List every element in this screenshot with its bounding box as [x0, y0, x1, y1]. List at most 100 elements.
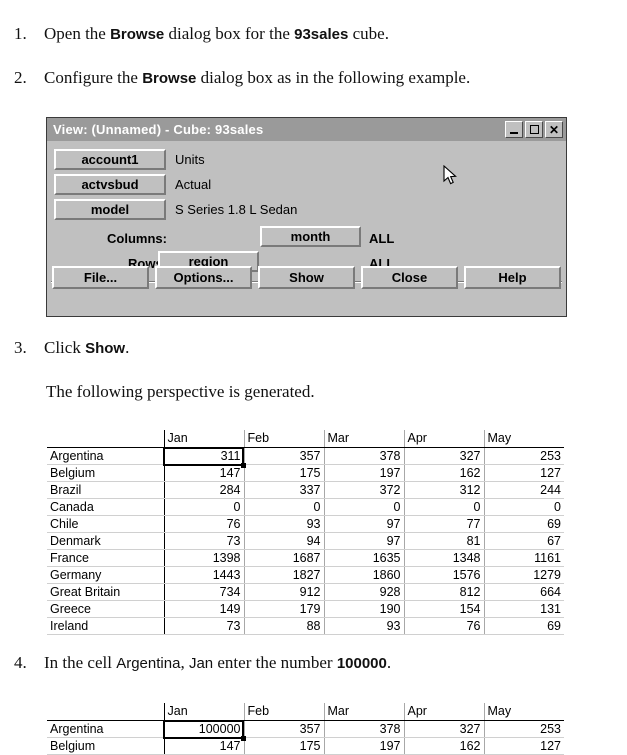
table-bottom-col-feb[interactable]: Feb	[244, 703, 325, 721]
table-row[interactable]: Brazil 284 337 372 312 244	[47, 481, 564, 499]
cell-argentina-feb[interactable]: 357	[244, 447, 325, 465]
cell-canada-feb[interactable]: 0	[244, 498, 325, 516]
cell-bottom-argentina-may[interactable]: 253	[484, 720, 564, 738]
cell-belgium-mar[interactable]: 197	[324, 464, 405, 482]
cell-belgium-may[interactable]: 127	[484, 464, 564, 482]
table-row[interactable]: Belgium 147 175 197 162 127	[47, 464, 564, 482]
dialog-titlebar[interactable]: View: (Unnamed) - Cube: 93sales ✕	[47, 118, 566, 141]
cell-germany-apr[interactable]: 1576	[404, 566, 485, 584]
cell-bottom-belgium-jan[interactable]: 147	[164, 737, 245, 755]
cell-brazil-apr[interactable]: 312	[404, 481, 485, 499]
cell-chile-jan[interactable]: 76	[164, 515, 245, 533]
cell-argentina-mar[interactable]: 378	[324, 447, 405, 465]
table-row[interactable]: Argentina 100000 357 378 327 253	[47, 720, 564, 738]
cell-ireland-apr[interactable]: 76	[404, 617, 485, 635]
cell-denmark-apr[interactable]: 81	[404, 532, 485, 550]
table-top-rowlabel-france[interactable]: France	[47, 549, 165, 567]
table-top-rowlabel-belgium[interactable]: Belgium	[47, 464, 165, 482]
table-top-col-apr[interactable]: Apr	[404, 430, 485, 448]
table-row[interactable]: Germany 1443 1827 1860 1576 1279	[47, 566, 564, 584]
dimension-button-model[interactable]: model	[54, 199, 166, 220]
cell-denmark-feb[interactable]: 94	[244, 532, 325, 550]
cell-denmark-may[interactable]: 67	[484, 532, 564, 550]
cell-germany-jan[interactable]: 1443	[164, 566, 245, 584]
cell-argentina-may[interactable]: 253	[484, 447, 564, 465]
table-top-rowlabel-denmark[interactable]: Denmark	[47, 532, 165, 550]
table-row[interactable]: Great Britain 734 912 928 812 664	[47, 583, 564, 601]
table-top-rowlabel-brazil[interactable]: Brazil	[47, 481, 165, 499]
file-button[interactable]: File...	[52, 266, 149, 289]
cell-bottom-argentina-feb[interactable]: 357	[244, 720, 325, 738]
cell-ireland-feb[interactable]: 88	[244, 617, 325, 635]
cell-france-feb[interactable]: 1687	[244, 549, 325, 567]
cell-chile-may[interactable]: 69	[484, 515, 564, 533]
cell-germany-mar[interactable]: 1860	[324, 566, 405, 584]
cell-ireland-mar[interactable]: 93	[324, 617, 405, 635]
cell-brazil-feb[interactable]: 337	[244, 481, 325, 499]
cell-great-britain-may[interactable]: 664	[484, 583, 564, 601]
cell-greece-mar[interactable]: 190	[324, 600, 405, 618]
cell-great-britain-jan[interactable]: 734	[164, 583, 245, 601]
cell-bottom-belgium-may[interactable]: 127	[484, 737, 564, 755]
close-icon[interactable]: ✕	[545, 121, 563, 138]
table-bottom-rowlabel-belgium[interactable]: Belgium	[47, 737, 165, 755]
perspective-table-top[interactable]: Jan Feb Mar Apr May Argentina 311 357 37…	[47, 430, 564, 635]
table-top-rowlabel-canada[interactable]: Canada	[47, 498, 165, 516]
cell-belgium-apr[interactable]: 162	[404, 464, 485, 482]
minimize-icon[interactable]	[505, 121, 523, 138]
cell-great-britain-mar[interactable]: 928	[324, 583, 405, 601]
cell-greece-may[interactable]: 131	[484, 600, 564, 618]
cell-bottom-argentina-apr[interactable]: 327	[404, 720, 485, 738]
table-top-col-feb[interactable]: Feb	[244, 430, 325, 448]
table-top-rowlabel-greece[interactable]: Greece	[47, 600, 165, 618]
cell-chile-feb[interactable]: 93	[244, 515, 325, 533]
cell-greece-jan[interactable]: 149	[164, 600, 245, 618]
cell-bottom-belgium-feb[interactable]: 175	[244, 737, 325, 755]
cell-bottom-argentina-mar[interactable]: 378	[324, 720, 405, 738]
cell-bottom-belgium-apr[interactable]: 162	[404, 737, 485, 755]
cell-denmark-jan[interactable]: 73	[164, 532, 245, 550]
close-button[interactable]: Close	[361, 266, 458, 289]
cell-belgium-jan[interactable]: 147	[164, 464, 245, 482]
dimension-button-account1[interactable]: account1	[54, 149, 166, 170]
table-row[interactable]: Belgium 147 175 197 162 127	[47, 737, 564, 755]
cell-brazil-jan[interactable]: 284	[164, 481, 245, 499]
cell-chile-apr[interactable]: 77	[404, 515, 485, 533]
cell-bottom-argentina-jan[interactable]: 100000	[164, 720, 245, 738]
table-top-rowlabel-ireland[interactable]: Ireland	[47, 617, 165, 635]
cell-argentina-apr[interactable]: 327	[404, 447, 485, 465]
cell-ireland-may[interactable]: 69	[484, 617, 564, 635]
maximize-icon[interactable]	[525, 121, 543, 138]
cell-argentina-jan[interactable]: 311	[164, 447, 245, 465]
cell-france-mar[interactable]: 1635	[324, 549, 405, 567]
cell-greece-apr[interactable]: 154	[404, 600, 485, 618]
cell-ireland-jan[interactable]: 73	[164, 617, 245, 635]
dimension-button-actvsbud[interactable]: actvsbud	[54, 174, 166, 195]
table-row[interactable]: Ireland 73 88 93 76 69	[47, 617, 564, 635]
table-bottom-col-may[interactable]: May	[484, 703, 564, 721]
table-top-rowlabel-germany[interactable]: Germany	[47, 566, 165, 584]
cell-canada-apr[interactable]: 0	[404, 498, 485, 516]
columns-dimension-button[interactable]: month	[260, 226, 361, 247]
table-row[interactable]: Canada 0 0 0 0 0	[47, 498, 564, 516]
table-bottom-col-apr[interactable]: Apr	[404, 703, 485, 721]
table-row[interactable]: Chile 76 93 97 77 69	[47, 515, 564, 533]
show-button[interactable]: Show	[258, 266, 355, 289]
cell-canada-jan[interactable]: 0	[164, 498, 245, 516]
table-top-rowlabel-argentina[interactable]: Argentina	[47, 447, 165, 465]
cell-france-jan[interactable]: 1398	[164, 549, 245, 567]
cell-brazil-may[interactable]: 244	[484, 481, 564, 499]
cell-brazil-mar[interactable]: 372	[324, 481, 405, 499]
cell-canada-may[interactable]: 0	[484, 498, 564, 516]
cell-denmark-mar[interactable]: 97	[324, 532, 405, 550]
cell-germany-feb[interactable]: 1827	[244, 566, 325, 584]
table-bottom-col-jan[interactable]: Jan	[164, 703, 245, 721]
table-top-col-may[interactable]: May	[484, 430, 564, 448]
table-top-col-jan[interactable]: Jan	[164, 430, 245, 448]
cell-great-britain-feb[interactable]: 912	[244, 583, 325, 601]
cell-belgium-feb[interactable]: 175	[244, 464, 325, 482]
cell-france-apr[interactable]: 1348	[404, 549, 485, 567]
options-button[interactable]: Options...	[155, 266, 252, 289]
cell-bottom-belgium-mar[interactable]: 197	[324, 737, 405, 755]
table-row[interactable]: Greece 149 179 190 154 131	[47, 600, 564, 618]
